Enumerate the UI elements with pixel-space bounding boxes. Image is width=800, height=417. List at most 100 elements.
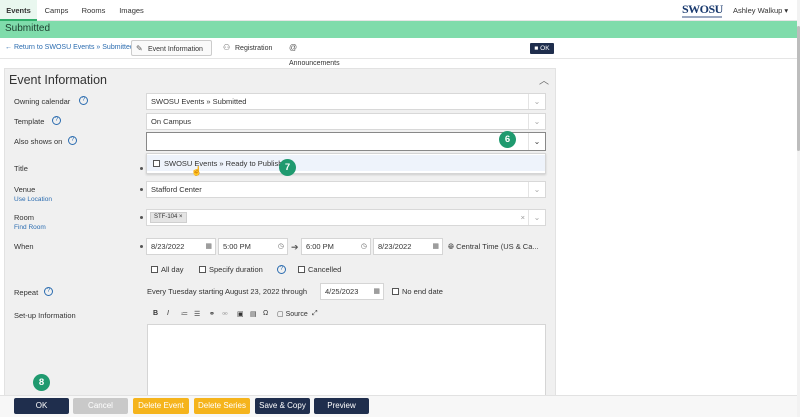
delete-event-button[interactable]: Delete Event xyxy=(133,398,189,414)
chevron-down-icon: ⌄ xyxy=(528,210,545,225)
option-label: SWOSU Events » Ready to Publish xyxy=(164,159,283,168)
collapse-chevron-icon[interactable]: ︿ xyxy=(539,72,549,87)
also-shows-on-select[interactable]: ⌄ xyxy=(146,132,546,151)
find-room-link[interactable]: Find Room xyxy=(14,224,46,231)
chevron-down-icon: ⌄ xyxy=(528,182,545,197)
clock-icon[interactable]: ◷ xyxy=(278,239,284,254)
editor-toolbar: B I ≔ ☰ ⚭ ⚮ ▣ ▤ Ω ▢ Source ⤢ xyxy=(147,309,545,324)
preview-button[interactable]: Preview xyxy=(314,398,369,414)
room-label: Room xyxy=(14,213,35,222)
image-icon[interactable]: ▣ xyxy=(237,310,244,318)
owning-calendar-label: Owning calendar xyxy=(14,97,71,106)
mouse-cursor-icon: ☝ xyxy=(191,166,203,176)
ok-button-top[interactable]: ■ OK xyxy=(530,43,554,54)
step-badge-6: 6 xyxy=(499,131,516,148)
tab-label: Event Information xyxy=(148,46,203,53)
repeat-until-input[interactable]: 4/25/2023 ▦ xyxy=(320,283,384,300)
specify-duration-checkbox[interactable]: Specify duration xyxy=(199,265,263,274)
option-checkbox[interactable] xyxy=(153,160,160,167)
cancelled-label: Cancelled xyxy=(308,265,342,274)
start-date-input[interactable]: 8/23/2022 ▦ xyxy=(146,238,216,255)
end-time-input[interactable]: 6:00 PM ◷ xyxy=(301,238,371,255)
numbered-list-icon[interactable]: ≔ xyxy=(181,310,188,318)
owning-calendar-select[interactable]: SWOSU Events » Submitted ⌄ xyxy=(146,93,546,110)
save-copy-button[interactable]: Save & Copy xyxy=(255,398,310,414)
chevron-down-icon: ⌄ xyxy=(528,94,545,109)
cancelled-checkbox[interactable]: Cancelled xyxy=(298,265,341,274)
delete-series-button[interactable]: Delete Series xyxy=(194,398,250,414)
help-icon[interactable]: ? xyxy=(52,116,61,125)
repeat-until-value: 4/25/2023 xyxy=(325,287,359,296)
nav-tab-events[interactable]: Events xyxy=(0,0,37,21)
people-icon: ⚇ xyxy=(223,43,231,52)
step-badge-7: 7 xyxy=(279,159,296,176)
step-badge-8: 8 xyxy=(33,374,50,391)
required-dot xyxy=(140,167,143,170)
start-time-value: 5:00 PM xyxy=(223,242,251,251)
return-link[interactable]: ← Return to SWOSU Events » Submitted xyxy=(5,44,134,51)
template-select[interactable]: On Campus ⌄ xyxy=(146,113,546,130)
ok-button[interactable]: OK xyxy=(14,398,69,414)
venue-select[interactable]: Stafford Center ⌄ xyxy=(146,181,546,198)
checkbox[interactable] xyxy=(298,266,305,273)
calendar-icon[interactable]: ▦ xyxy=(432,239,439,254)
checkbox[interactable] xyxy=(151,266,158,273)
help-icon[interactable]: ? xyxy=(79,96,88,105)
clock-icon[interactable]: ◷ xyxy=(361,239,367,254)
end-time-value: 6:00 PM xyxy=(306,242,334,251)
also-shows-on-dropdown: SWOSU Events » Ready to Publish xyxy=(146,153,546,174)
swosu-logo: SWOSU xyxy=(682,2,723,18)
tab-registration[interactable]: ⚇ Registration xyxy=(219,40,277,56)
source-label: Source xyxy=(285,311,308,318)
help-icon[interactable]: ? xyxy=(68,136,77,145)
clear-icon[interactable]: × xyxy=(521,210,525,225)
use-location-link[interactable]: Use Location xyxy=(14,196,52,203)
tab-label: Registration xyxy=(235,45,273,52)
maximize-icon[interactable]: ⤢ xyxy=(312,310,318,318)
checkbox[interactable] xyxy=(199,266,206,273)
italic-icon[interactable]: I xyxy=(167,310,169,317)
panel-title: Event Information xyxy=(9,73,107,87)
at-icon: @ xyxy=(289,43,298,52)
repeat-description[interactable]: Every Tuesday starting August 23, 2022 t… xyxy=(147,287,307,296)
bold-icon[interactable]: B xyxy=(153,310,158,317)
room-select[interactable]: ⌄ × xyxy=(146,209,546,226)
calendar-icon[interactable]: ▦ xyxy=(205,239,212,254)
nav-tab-images[interactable]: Images xyxy=(114,0,149,21)
tab-announcements[interactable]: @ Announcements xyxy=(285,40,355,67)
edit-icon: ✎ xyxy=(136,44,143,53)
timezone-select[interactable]: 🌐︎ Central Time (US & Ca... xyxy=(448,242,539,252)
bulleted-list-icon[interactable]: ☰ xyxy=(194,310,200,318)
nav-tab-camps[interactable]: Camps xyxy=(40,0,73,21)
timezone-value: Central Time (US & Ca... xyxy=(456,242,539,251)
room-chip[interactable]: STF-104 × xyxy=(150,212,187,223)
table-icon[interactable]: ▤ xyxy=(250,310,257,318)
tab-event-information[interactable]: ✎ Event Information xyxy=(131,40,212,56)
nav-tab-rooms[interactable]: Rooms xyxy=(78,0,109,21)
end-date-input[interactable]: 8/23/2022 ▦ xyxy=(373,238,443,255)
help-icon[interactable]: ? xyxy=(44,287,53,296)
calendar-icon[interactable]: ▦ xyxy=(373,284,380,299)
start-time-input[interactable]: 5:00 PM ◷ xyxy=(218,238,288,255)
required-dot xyxy=(140,188,143,191)
all-day-checkbox[interactable]: All day xyxy=(151,265,184,274)
globe-icon: 🌐︎ xyxy=(448,242,457,251)
logo-text: SWOSU xyxy=(682,2,723,16)
unlink-icon[interactable]: ⚮ xyxy=(222,310,228,318)
special-char-icon[interactable]: Ω xyxy=(263,310,268,317)
ok-top-label: OK xyxy=(540,45,550,52)
checkbox[interactable] xyxy=(392,288,399,295)
end-date-value: 8/23/2022 xyxy=(378,242,412,251)
repeat-label: Repeat xyxy=(14,288,39,297)
venue-value: Stafford Center xyxy=(151,185,202,194)
template-label: Template xyxy=(14,117,45,126)
logo-underline xyxy=(682,16,722,18)
link-icon[interactable]: ⚭ xyxy=(209,310,215,318)
user-menu[interactable]: Ashley Walkup ▾ xyxy=(733,0,788,21)
cancel-button[interactable]: Cancel xyxy=(73,398,128,414)
specify-duration-label: Specify duration xyxy=(209,265,263,274)
help-icon[interactable]: ? xyxy=(277,265,286,274)
no-end-date-checkbox[interactable]: No end date xyxy=(392,287,443,296)
source-button[interactable]: ▢ Source xyxy=(277,310,308,318)
dropdown-option-ready-to-publish[interactable]: SWOSU Events » Ready to Publish xyxy=(147,155,545,171)
